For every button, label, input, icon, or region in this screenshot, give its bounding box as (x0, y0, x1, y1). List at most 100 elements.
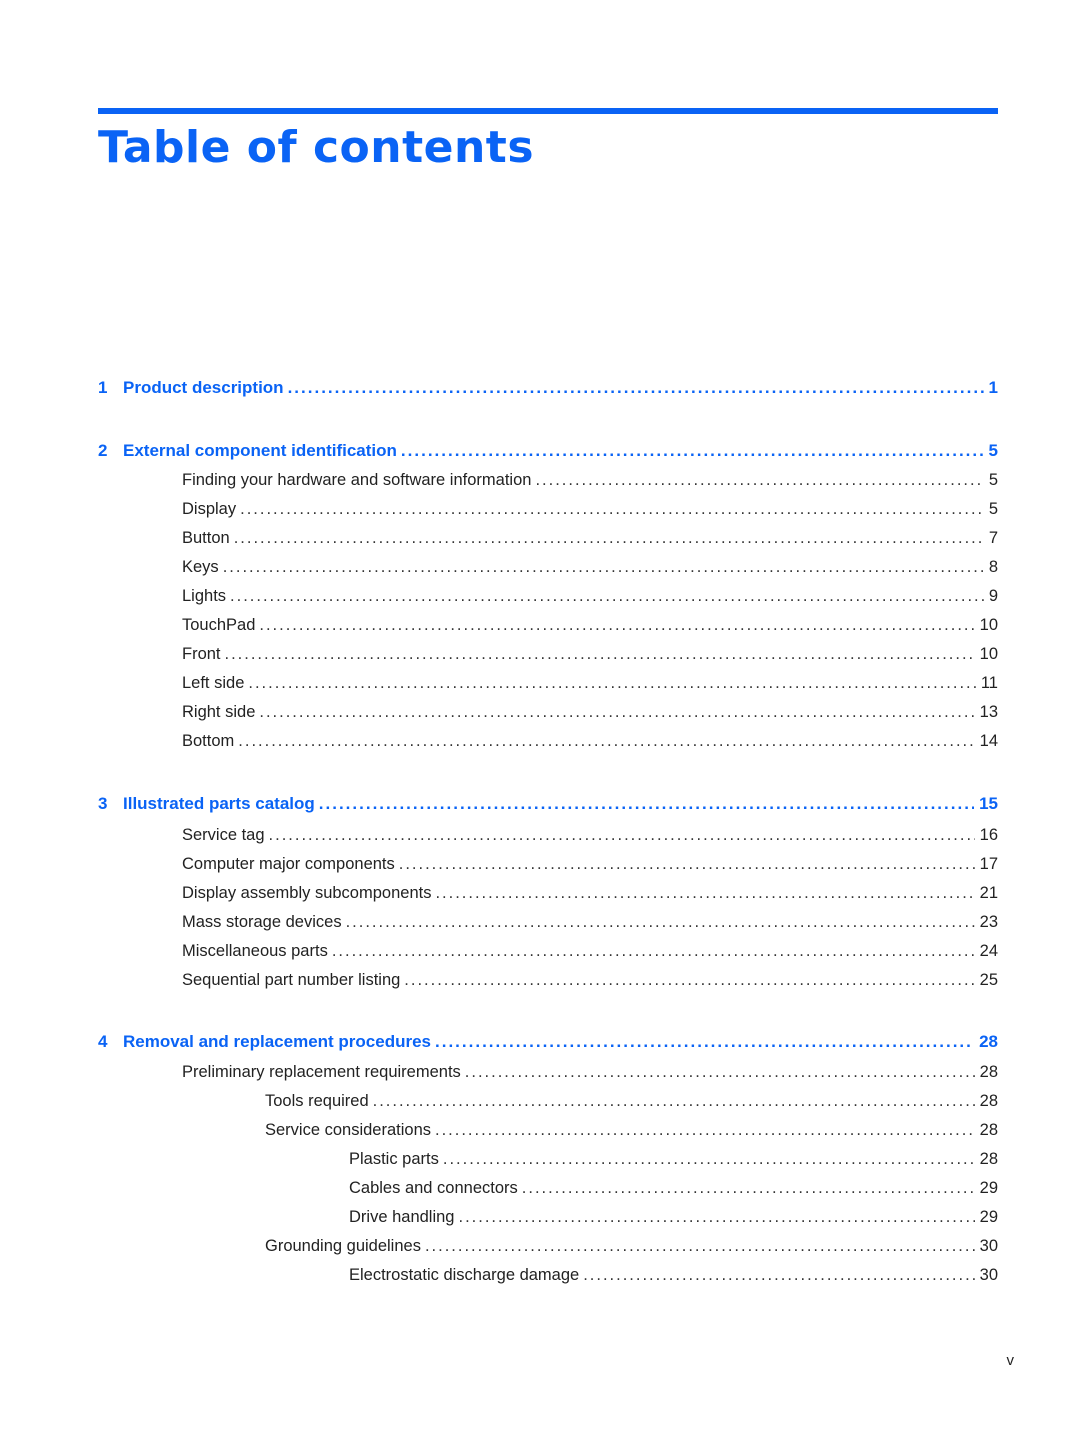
dot-leader (401, 441, 984, 461)
toc-entry-link[interactable]: Bottom 14 (98, 732, 998, 751)
dot-leader (319, 794, 974, 814)
dot-leader (435, 1121, 975, 1140)
toc-entry-link[interactable]: Display 5 (98, 500, 998, 519)
entry-page-number: 10 (979, 616, 998, 634)
toc-entry-link[interactable]: Grounding guidelines 30 (98, 1237, 998, 1256)
toc-entry-link[interactable]: Drive handling 29 (98, 1208, 998, 1227)
entry-page-number: 25 (979, 971, 998, 989)
entry-page-number: 24 (979, 942, 998, 960)
entry-page-number: 30 (979, 1266, 998, 1284)
entry-page-number: 28 (979, 1150, 998, 1168)
entry-title: Right side (182, 703, 256, 721)
entry-title: Plastic parts (349, 1150, 439, 1168)
entry-title: Keys (182, 558, 219, 576)
dot-leader (230, 587, 984, 606)
dot-leader (583, 1266, 974, 1285)
chapter-number: 2 (98, 441, 108, 460)
entry-title: Preliminary replacement requirements (182, 1063, 461, 1081)
toc-chapter-link[interactable]: 2 External component identification 5 (98, 441, 998, 461)
entry-page-number: 28 (979, 1063, 998, 1081)
dot-leader (435, 884, 974, 903)
chapter-title-text: External component identification (123, 441, 397, 460)
entry-page-number: 29 (979, 1179, 998, 1197)
entry-title: Computer major components (182, 855, 395, 873)
entry-page-number: 10 (979, 645, 998, 663)
dot-leader (248, 674, 975, 693)
entry-page-number: 5 (988, 471, 998, 489)
entry-page-number: 9 (988, 587, 998, 605)
toc-chapter-link[interactable]: 4 Removal and replacement procedures 28 (98, 1032, 998, 1052)
dot-leader (435, 1032, 974, 1052)
entry-title: Tools required (265, 1092, 369, 1110)
toc-entry-link[interactable]: Service considerations 28 (98, 1121, 998, 1140)
dot-leader (259, 616, 974, 635)
toc-entry-link[interactable]: Button 7 (98, 529, 998, 548)
dot-leader (458, 1208, 974, 1227)
toc-entry-link[interactable]: Preliminary replacement requirements 28 (98, 1063, 998, 1082)
dot-leader (240, 500, 984, 519)
chapter-title: 2 External component identification (98, 441, 401, 461)
toc-entry-link[interactable]: Front 10 (98, 645, 998, 664)
toc-entry-link[interactable]: Tools required 28 (98, 1092, 998, 1111)
toc-entry-link[interactable]: Miscellaneous parts 24 (98, 942, 998, 961)
entry-page-number: 5 (988, 500, 998, 518)
entry-page-number: 23 (979, 913, 998, 931)
chapter-number: 3 (98, 794, 108, 813)
entry-title: Sequential part number listing (182, 971, 401, 989)
dot-leader (373, 1092, 975, 1111)
toc-entry-link[interactable]: Finding your hardware and software infor… (98, 471, 998, 490)
entry-page-number: 14 (979, 732, 998, 750)
toc-entry-link[interactable]: Electrostatic discharge damage 30 (98, 1266, 998, 1285)
entry-page-number: 7 (988, 529, 998, 547)
chapter-title-text: Product description (123, 378, 284, 397)
toc-entry-link[interactable]: Cables and connectors 29 (98, 1179, 998, 1198)
toc-entry-link[interactable]: Lights 9 (98, 587, 998, 606)
toc-entry-link[interactable]: TouchPad 10 (98, 616, 998, 635)
toc-chapter-link[interactable]: 1 Product description 1 (98, 378, 998, 398)
entry-title: TouchPad (182, 616, 256, 634)
dot-leader (223, 558, 984, 577)
entry-title: Drive handling (349, 1208, 455, 1226)
entry-title: Lights (182, 587, 227, 605)
entry-page-number: 29 (979, 1208, 998, 1226)
toc-chapter-link[interactable]: 3 Illustrated parts catalog 15 (98, 794, 998, 814)
toc-entry-link[interactable]: Service tag 16 (98, 826, 998, 845)
dot-leader (399, 855, 975, 874)
dot-leader (465, 1063, 975, 1082)
dot-leader (332, 942, 975, 961)
toc-entry-link[interactable]: Keys 8 (98, 558, 998, 577)
page-title: Table of contents (98, 122, 535, 173)
dot-leader (425, 1237, 975, 1256)
dot-leader (269, 826, 975, 845)
entry-page-number: 21 (979, 884, 998, 902)
entry-title: Display (182, 500, 237, 518)
toc-entry-link[interactable]: Sequential part number listing 25 (98, 971, 998, 990)
toc-entry-link[interactable]: Left side 11 (98, 674, 998, 693)
entry-title: Electrostatic discharge damage (349, 1266, 580, 1284)
entry-title: Service considerations (265, 1121, 431, 1139)
chapter-title: 4 Removal and replacement procedures (98, 1032, 435, 1052)
entry-page-number: 11 (980, 674, 998, 692)
entry-title: Miscellaneous parts (182, 942, 328, 960)
dot-leader (404, 971, 974, 990)
entry-page-number: 28 (979, 1121, 998, 1139)
entry-title: Service tag (182, 826, 265, 844)
title-rule (98, 108, 998, 114)
toc-entry-link[interactable]: Right side 13 (98, 703, 998, 722)
chapter-title-text: Illustrated parts catalog (123, 794, 315, 813)
chapter-title: 3 Illustrated parts catalog (98, 794, 319, 814)
entry-title: Button (182, 529, 230, 547)
chapter-page-number: 15 (979, 794, 998, 813)
dot-leader (443, 1150, 975, 1169)
toc-entry-link[interactable]: Display assembly subcomponents 21 (98, 884, 998, 903)
toc-entry-link[interactable]: Mass storage devices 23 (98, 913, 998, 932)
chapter-title-text: Removal and replacement procedures (123, 1032, 432, 1051)
chapter-page-number: 1 (988, 378, 998, 397)
dot-leader (238, 732, 974, 751)
entry-title: Cables and connectors (349, 1179, 518, 1197)
toc-entry-link[interactable]: Plastic parts 28 (98, 1150, 998, 1169)
dot-leader (522, 1179, 975, 1198)
toc-entry-link[interactable]: Computer major components 17 (98, 855, 998, 874)
entry-title: Bottom (182, 732, 235, 750)
entry-title: Mass storage devices (182, 913, 342, 931)
